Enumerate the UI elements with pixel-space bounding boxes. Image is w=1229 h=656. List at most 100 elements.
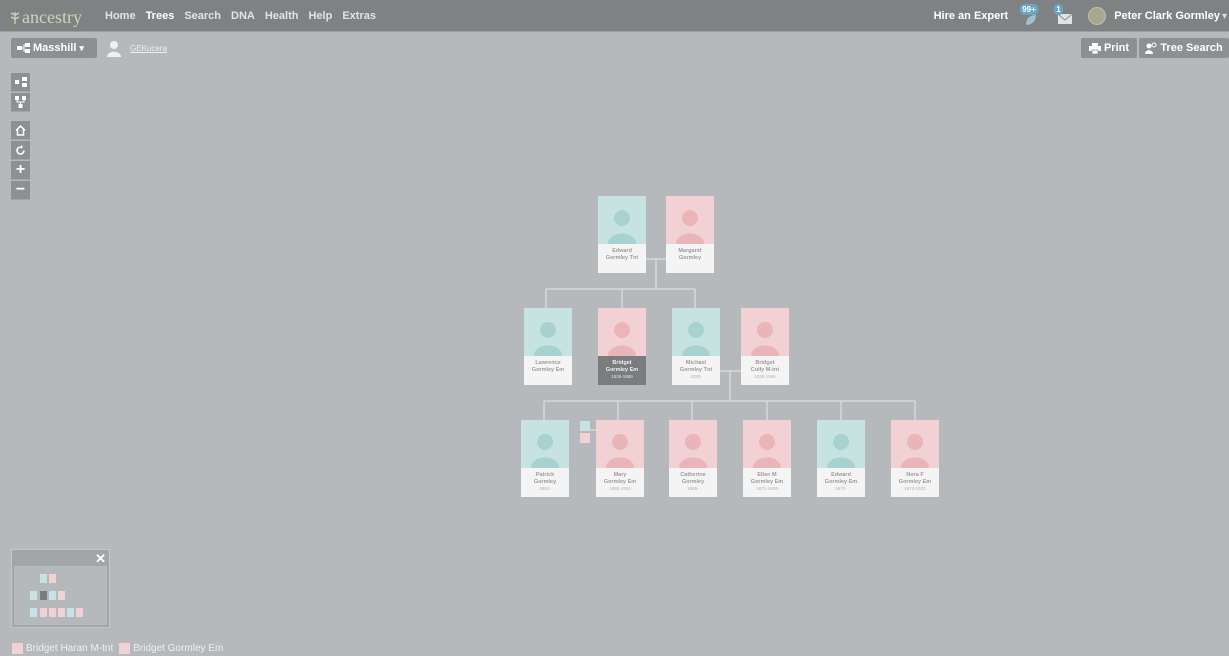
- minimap-node: [40, 608, 47, 617]
- person-name: Edward Gormley Tnt: [605, 248, 639, 261]
- recent-person[interactable]: Bridget Gormley Em: [119, 643, 223, 654]
- person-search-icon: [1145, 42, 1157, 54]
- person-silhouette: [521, 420, 569, 468]
- person-dates: 1835-1896: [754, 374, 776, 379]
- person-name: Margaret Gormley: [678, 248, 702, 261]
- tree-selector-dropdown[interactable]: Masshill ▾: [11, 38, 97, 58]
- family-view-icon: [15, 96, 26, 108]
- person-card[interactable]: Ellen M Gormley Em 1871-1959: [743, 420, 791, 497]
- tree-search-button[interactable]: Tree Search: [1139, 38, 1229, 58]
- recent-people-bar: Bridget Haran M-tnt Bridget Gormley Em: [12, 643, 223, 654]
- person-dates: 1872-: [835, 486, 847, 491]
- person-silhouette: [672, 308, 720, 356]
- nav-right-group: Hire an Expert 99+ 1 Peter Clark Gormley…: [934, 4, 1229, 26]
- hints-button[interactable]: 99+: [1020, 4, 1040, 25]
- main-menu: Home Trees Search DNA Health Help Extras: [105, 10, 386, 22]
- person-card[interactable]: Nora F Gormley Em 1873-1921: [891, 420, 939, 497]
- person-card[interactable]: Patrick Gormley 1862-: [521, 420, 569, 497]
- reset-view-button[interactable]: [11, 141, 30, 160]
- user-name-menu[interactable]: Peter Clark Gormley: [1114, 10, 1220, 22]
- minimap-view[interactable]: [14, 566, 107, 625]
- person-icon: [107, 41, 121, 57]
- ancestry-logo[interactable]: ancestry: [10, 7, 82, 28]
- print-button[interactable]: Print: [1081, 38, 1137, 58]
- spouse-switch-female[interactable]: [580, 433, 590, 443]
- hints-count-badge: 99+: [1020, 4, 1038, 15]
- minimap-node: [58, 591, 65, 600]
- messages-count-badge: 1: [1054, 4, 1063, 15]
- minus-icon: −: [15, 181, 26, 198]
- person-silhouette: [524, 308, 572, 356]
- person-card[interactable]: Lawrence Gormley Em: [524, 308, 572, 385]
- nav-extras[interactable]: Extras: [342, 10, 376, 22]
- home-person-button[interactable]: [11, 121, 30, 140]
- person-card[interactable]: Margaret Gormley: [666, 196, 714, 273]
- female-person-icon: [119, 643, 131, 654]
- plus-icon: +: [15, 161, 26, 178]
- chevron-down-icon[interactable]: ▾: [1222, 11, 1227, 22]
- person-dates: 1829-1889: [611, 374, 633, 379]
- recent-person-name: Bridget Gormley Em: [133, 643, 224, 654]
- minimap-node: [58, 608, 65, 617]
- person-card-selected[interactable]: Bridget Gormley Em 1829-1889: [598, 308, 646, 385]
- person-name: Nora F Gormley Em: [898, 472, 932, 485]
- minimap-node: [49, 608, 56, 617]
- person-silhouette: [669, 420, 717, 468]
- family-view-button[interactable]: [11, 93, 30, 112]
- minimap-node: [30, 591, 37, 600]
- nav-home[interactable]: Home: [105, 10, 136, 22]
- recent-person-name: Bridget Haran M-tnt: [26, 643, 114, 654]
- person-silhouette: [741, 308, 789, 356]
- person-name: Mary Gormley Em: [603, 472, 637, 485]
- tree-search-label: Tree Search: [1160, 42, 1223, 54]
- pedigree-view-button[interactable]: [11, 73, 30, 92]
- zoom-out-button[interactable]: −: [11, 181, 30, 200]
- minimap-panel[interactable]: ✕: [11, 549, 110, 628]
- person-silhouette: [598, 196, 646, 244]
- tree-owner-link[interactable]: GEKucera: [130, 44, 167, 53]
- person-silhouette: [596, 420, 644, 468]
- person-name: Edward Gormley Em: [824, 472, 858, 485]
- minimap-node: [40, 591, 47, 600]
- zoom-in-button[interactable]: +: [11, 161, 30, 180]
- minimap-node: [40, 574, 47, 583]
- minimap-node: [30, 608, 37, 617]
- person-card[interactable]: Edward Gormley Tnt: [598, 196, 646, 273]
- female-person-icon: [12, 643, 23, 654]
- person-card[interactable]: Catherine Gormley 1869-: [669, 420, 717, 497]
- person-name: Patrick Gormley: [533, 472, 557, 485]
- person-name: Michael Gormley Tnt: [679, 360, 713, 373]
- nav-help[interactable]: Help: [308, 10, 332, 22]
- person-dates: 1869-: [687, 486, 699, 491]
- person-name: Catherine Gormley: [680, 472, 706, 485]
- person-name: Ellen M Gormley Em: [750, 472, 784, 485]
- close-icon[interactable]: ✕: [95, 552, 106, 565]
- person-silhouette: [598, 308, 646, 356]
- minimap-node: [49, 591, 56, 600]
- leaf-icon: [10, 11, 20, 24]
- person-silhouette: [817, 420, 865, 468]
- person-silhouette: [666, 196, 714, 244]
- person-dates: 1871-1959: [756, 486, 778, 491]
- person-silhouette: [743, 420, 791, 468]
- tree-name: Masshill: [33, 42, 77, 54]
- person-dates: 1865-1924: [609, 486, 631, 491]
- recent-person[interactable]: Bridget Haran M-tnt: [12, 643, 113, 654]
- nav-search[interactable]: Search: [184, 10, 221, 22]
- nav-health[interactable]: Health: [265, 10, 299, 22]
- person-dates: 1862-: [539, 486, 551, 491]
- minimap-node: [67, 608, 74, 617]
- person-card[interactable]: Edward Gormley Em 1872-: [817, 420, 865, 497]
- nav-dna[interactable]: DNA: [231, 10, 255, 22]
- person-card[interactable]: Bridget Cully M-tnt 1835-1896: [741, 308, 789, 385]
- hire-expert-link[interactable]: Hire an Expert: [934, 10, 1009, 22]
- messages-button[interactable]: 1: [1054, 4, 1074, 25]
- person-card[interactable]: Mary Gormley Em 1865-1924: [596, 420, 644, 497]
- nav-trees[interactable]: Trees: [146, 10, 175, 22]
- refresh-icon: [16, 144, 25, 155]
- person-card[interactable]: Michael Gormley Tnt 1830-: [672, 308, 720, 385]
- user-avatar[interactable]: [1088, 7, 1107, 25]
- spouse-switch-male[interactable]: [580, 421, 590, 431]
- person-name: Bridget Gormley Em: [605, 360, 639, 373]
- top-navigation-bar: ancestry Home Trees Search DNA Health He…: [0, 0, 1229, 32]
